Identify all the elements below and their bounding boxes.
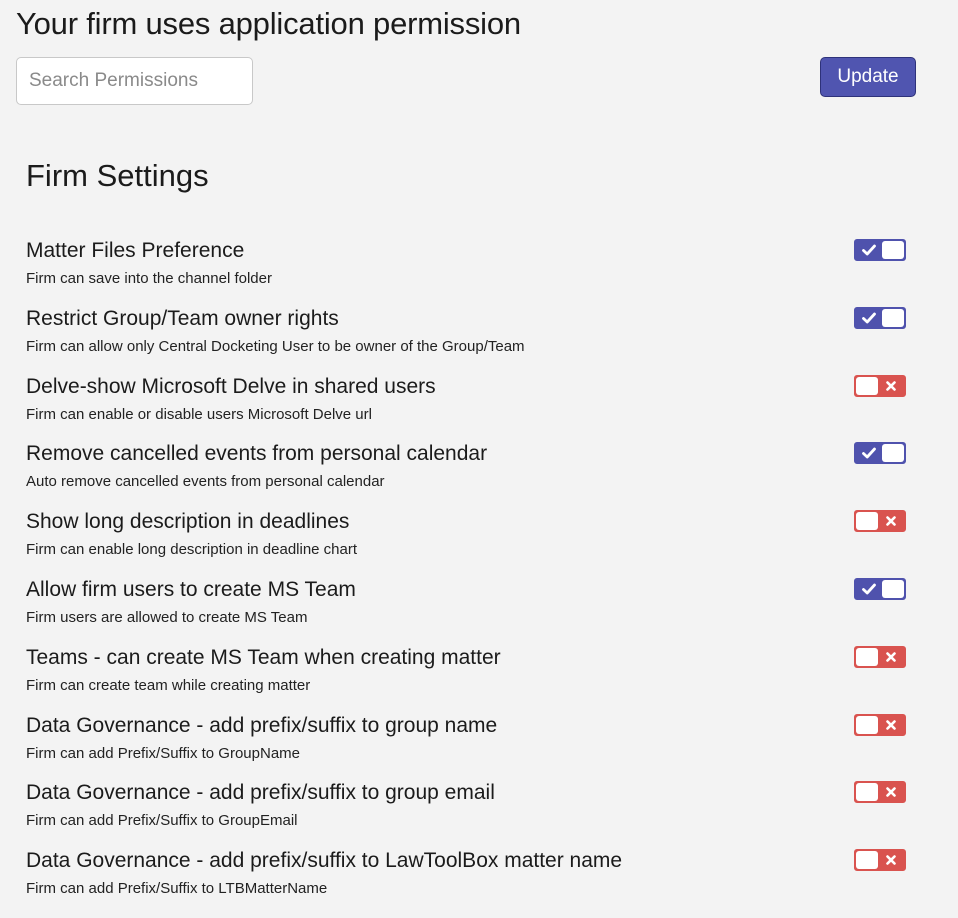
toggle-knob bbox=[882, 241, 904, 259]
setting-title: Teams - can create MS Team when creating… bbox=[26, 645, 501, 669]
settings-list: Matter Files Preference Firm can save int… bbox=[26, 236, 916, 914]
setting-toggle[interactable] bbox=[854, 849, 906, 872]
toggle-knob bbox=[856, 512, 878, 531]
setting-item: Remove cancelled events from personal ca… bbox=[26, 439, 916, 507]
setting-description: Firm users are allowed to create MS Team bbox=[26, 608, 308, 626]
setting-title: Matter Files Preference bbox=[26, 239, 245, 262]
toggle-knob bbox=[856, 715, 878, 734]
setting-item: Data Governance - add prefix/suffix to g… bbox=[26, 778, 916, 846]
check-icon bbox=[856, 240, 882, 260]
setting-title: Remove cancelled events from personal ca… bbox=[26, 442, 488, 466]
x-icon bbox=[878, 511, 904, 531]
setting-description: Firm can enable long description in dead… bbox=[26, 541, 358, 559]
x-icon bbox=[878, 782, 904, 802]
setting-description: Firm can enable or disable users Microso… bbox=[26, 405, 372, 423]
setting-item: Show long description in deadlines Firm c… bbox=[26, 507, 916, 575]
setting-description: Firm can allow only Central Docketing Us… bbox=[26, 337, 525, 355]
setting-title: Show long description in deadlines bbox=[26, 510, 350, 534]
search-input[interactable] bbox=[16, 57, 253, 105]
setting-toggle[interactable] bbox=[854, 781, 906, 804]
toggle-knob bbox=[856, 851, 878, 870]
x-icon bbox=[878, 850, 904, 870]
x-icon bbox=[878, 376, 904, 396]
toggle-knob bbox=[856, 783, 878, 802]
setting-toggle[interactable] bbox=[854, 442, 906, 465]
toggle-knob bbox=[882, 308, 904, 327]
setting-description: Firm can add Prefix/Suffix to GroupName bbox=[26, 744, 300, 762]
setting-item: Delve-show Microsoft Delve in shared use… bbox=[26, 372, 916, 440]
toggle-knob bbox=[882, 579, 904, 598]
toggle-knob bbox=[856, 647, 878, 666]
setting-description: Firm can add Prefix/Suffix to GroupEmail bbox=[26, 812, 298, 830]
check-icon bbox=[856, 308, 882, 328]
setting-title: Restrict Group/Team owner rights bbox=[26, 306, 339, 330]
setting-toggle[interactable] bbox=[854, 374, 906, 397]
setting-toggle[interactable] bbox=[854, 306, 906, 329]
setting-description: Firm can save into the channel folder bbox=[26, 270, 272, 287]
setting-title: Data Governance - add prefix/suffix to g… bbox=[26, 713, 498, 737]
toggle-knob bbox=[856, 376, 878, 395]
toggle-knob bbox=[882, 444, 904, 463]
setting-toggle[interactable] bbox=[854, 510, 906, 533]
setting-item: Data Governance - add prefix/suffix to L… bbox=[26, 846, 916, 914]
setting-title: Allow firm users to create MS Team bbox=[26, 577, 356, 601]
page-title: Your firm uses application permission bbox=[16, 6, 521, 41]
check-icon bbox=[856, 579, 882, 599]
setting-item: Teams - can create MS Team when creating… bbox=[26, 643, 916, 711]
check-icon bbox=[856, 443, 882, 463]
setting-item: Restrict Group/Team owner rights Firm can… bbox=[26, 304, 916, 372]
setting-item: Allow firm users to create MS Team Firm u… bbox=[26, 575, 916, 643]
setting-title: Data Governance - add prefix/suffix to g… bbox=[26, 781, 495, 805]
x-icon bbox=[878, 715, 904, 735]
setting-description: Firm can create team while creating matt… bbox=[26, 676, 311, 694]
setting-description: Auto remove cancelled events from person… bbox=[26, 473, 385, 491]
update-button[interactable]: Update bbox=[820, 57, 916, 97]
setting-title: Data Governance - add prefix/suffix to L… bbox=[26, 849, 623, 873]
setting-toggle[interactable] bbox=[854, 645, 906, 668]
setting-toggle[interactable] bbox=[854, 577, 906, 600]
setting-description: Firm can add Prefix/Suffix to LTBMatterN… bbox=[26, 880, 328, 898]
setting-item: Matter Files Preference Firm can save int… bbox=[26, 236, 916, 304]
setting-toggle[interactable] bbox=[854, 713, 906, 736]
section-title: Firm Settings bbox=[26, 158, 209, 193]
setting-item: Data Governance - add prefix/suffix to g… bbox=[26, 711, 916, 779]
setting-title: Delve-show Microsoft Delve in shared use… bbox=[26, 374, 436, 398]
setting-toggle[interactable] bbox=[854, 239, 906, 261]
x-icon bbox=[878, 647, 904, 667]
